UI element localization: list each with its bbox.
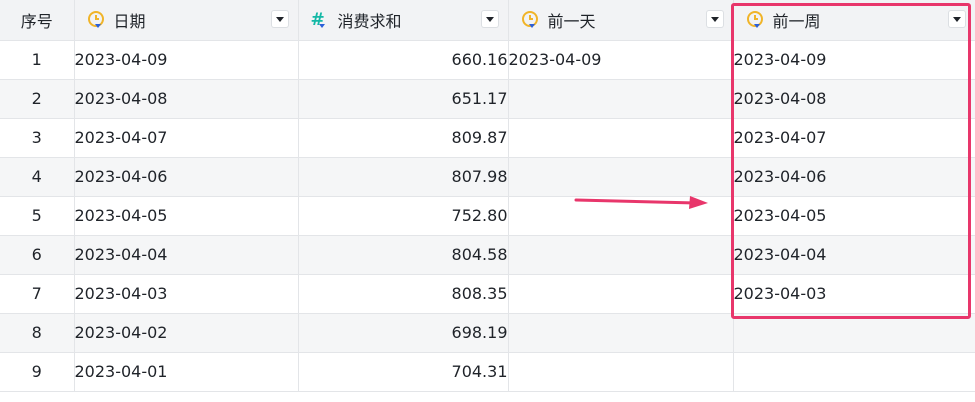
clock-icon [87,10,107,30]
cell-prev-week[interactable] [733,313,975,353]
column-header-prev-week[interactable]: 前一周 [733,0,975,41]
header-row: 序号 日期 # 消费求和 前一天 前一周 [0,0,975,41]
column-header-prev-day[interactable]: 前一天 [508,0,734,41]
cell-sum[interactable]: 704.31 [298,352,509,392]
cell-prev-week[interactable]: 2023-04-05 [733,196,975,236]
cell-prev-week[interactable]: 2023-04-03 [733,274,975,314]
clock-icon [746,10,766,30]
cell-sum[interactable]: 752.80 [298,196,509,236]
cell-sum[interactable]: 698.19 [298,313,509,353]
chevron-down-icon[interactable] [706,11,723,27]
arrow-right-icon [574,196,708,209]
cell-seq[interactable]: 8 [0,313,75,353]
cell-seq[interactable]: 7 [0,274,75,314]
cell-seq[interactable]: 1 [0,40,75,80]
cell-sum[interactable]: 651.17 [298,79,509,119]
cell-date[interactable]: 2023-04-08 [74,79,299,119]
column-header-label: 前一天 [547,11,596,31]
cell-prev-day[interactable] [508,313,734,353]
data-grid: 序号 日期 # 消费求和 前一天 前一周 1 2023-04-09 660.16… [0,0,975,392]
cell-prev-week[interactable]: 2023-04-04 [733,235,975,275]
cell-prev-day[interactable] [508,274,734,314]
column-header-date[interactable]: 日期 [74,0,299,41]
cell-seq[interactable]: 3 [0,118,75,158]
table-row[interactable]: 1 2023-04-09 660.16 2023-04-09 2023-04-0… [0,40,975,80]
cell-sum[interactable]: 807.98 [298,157,509,197]
table-row[interactable]: 8 2023-04-02 698.19 [0,313,975,353]
cell-seq[interactable]: 2 [0,79,75,119]
chevron-down-icon[interactable] [481,11,498,27]
cell-prev-day[interactable] [508,118,734,158]
cell-prev-week[interactable]: 2023-04-06 [733,157,975,197]
cell-date[interactable]: 2023-04-06 [74,157,299,197]
cell-date[interactable]: 2023-04-03 [74,274,299,314]
cell-seq[interactable]: 5 [0,196,75,236]
cell-seq[interactable]: 4 [0,157,75,197]
chevron-down-icon[interactable] [948,11,965,27]
cell-seq[interactable]: 9 [0,352,75,392]
cell-prev-week[interactable]: 2023-04-08 [733,79,975,119]
cell-prev-day[interactable] [508,352,734,392]
cell-date[interactable]: 2023-04-09 [74,40,299,80]
hash-icon: # [310,9,325,30]
column-header-label: 日期 [113,11,146,31]
table-row[interactable]: 9 2023-04-01 704.31 [0,352,975,392]
chevron-down-icon[interactable] [271,11,288,27]
cell-sum[interactable]: 809.87 [298,118,509,158]
cell-sum[interactable]: 660.16 [298,40,509,80]
cell-prev-day[interactable] [508,79,734,119]
cell-prev-day[interactable]: 2023-04-09 [508,40,734,80]
cell-date[interactable]: 2023-04-05 [74,196,299,236]
table-row[interactable]: 4 2023-04-06 807.98 2023-04-06 [0,157,975,197]
cell-seq[interactable]: 6 [0,235,75,275]
table-row[interactable]: 5 2023-04-05 752.80 2023-04-05 [0,196,975,236]
clock-icon [521,10,541,30]
table-row[interactable]: 2 2023-04-08 651.17 2023-04-08 [0,79,975,119]
table-row[interactable]: 6 2023-04-04 804.58 2023-04-04 [0,235,975,275]
cell-prev-week[interactable]: 2023-04-07 [733,118,975,158]
cell-sum[interactable]: 808.35 [298,274,509,314]
column-header-label: 前一周 [772,11,821,31]
column-header-label: 消费求和 [337,11,402,31]
cell-date[interactable]: 2023-04-01 [74,352,299,392]
cell-prev-week[interactable] [733,352,975,392]
column-header-label: 序号 [20,11,53,31]
cell-date[interactable]: 2023-04-04 [74,235,299,275]
cell-sum[interactable]: 804.58 [298,235,509,275]
cell-date[interactable]: 2023-04-07 [74,118,299,158]
cell-date[interactable]: 2023-04-02 [74,313,299,353]
column-header-seq[interactable]: 序号 [0,0,75,41]
cell-prev-week[interactable]: 2023-04-09 [733,40,975,80]
column-header-sum[interactable]: # 消费求和 [298,0,509,41]
cell-prev-day[interactable] [508,235,734,275]
table-row[interactable]: 7 2023-04-03 808.35 2023-04-03 [0,274,975,314]
table-row[interactable]: 3 2023-04-07 809.87 2023-04-07 [0,118,975,158]
